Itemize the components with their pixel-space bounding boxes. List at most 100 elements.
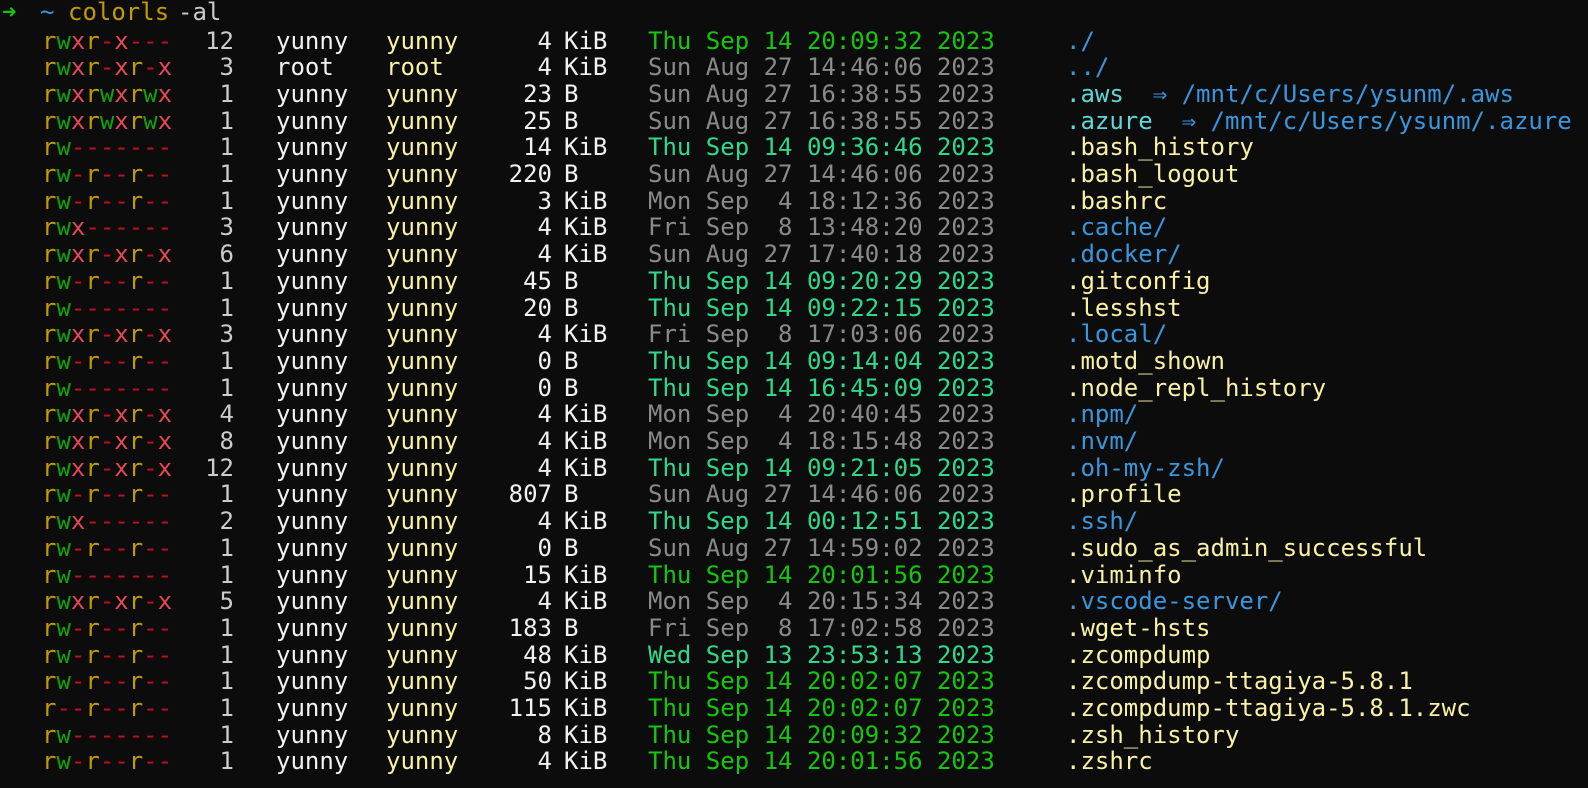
permission-char: - (143, 293, 158, 322)
owner: yunny (276, 533, 349, 562)
permission-char: r (128, 266, 144, 295)
permission-char: w (99, 79, 115, 108)
permission-char: - (157, 266, 173, 295)
permission-char: - (143, 373, 158, 402)
permission-char: r (42, 667, 57, 696)
permission-char: r (42, 26, 57, 55)
permission-char: - (114, 720, 129, 749)
permission-char: - (99, 613, 115, 642)
permission-char: - (85, 213, 100, 242)
permission-char: w (56, 213, 71, 242)
group: yunny (386, 213, 459, 242)
permission-char: - (128, 560, 144, 589)
size-unit: KiB (564, 320, 608, 349)
list-item: rw-r--r-- 1 yunny yunny 48 KiB Wed Sep 13 23:5… (0, 641, 1588, 669)
group: yunny (386, 427, 459, 455)
directory-name[interactable]: .ssh/ (1066, 508, 1138, 535)
permission-char: r (42, 346, 57, 375)
directory-name[interactable]: .nvm/ (1066, 428, 1138, 455)
file-name[interactable]: .profile (1066, 481, 1182, 508)
entry-name: .bash_logout (1066, 160, 1240, 188)
file-name[interactable]: .zcompdump-ttagiya-5.8.1 (1066, 668, 1413, 695)
link-count: 1 (219, 160, 234, 188)
file-name[interactable]: .motd_shown (1066, 348, 1225, 375)
modified-date: Thu Sep 14 20:01:56 2023 (648, 560, 995, 589)
symlink-name[interactable]: .azure ⇒ /mnt/c/Users/ysunm/.azure (1066, 107, 1572, 135)
permission-char: w (56, 320, 71, 349)
file-name[interactable]: .bash_logout (1066, 161, 1239, 188)
permission-char: - (143, 346, 158, 375)
link-count: 1 (219, 694, 234, 722)
group: yunny (386, 26, 459, 55)
modified-date: Thu Sep 14 09:36:46 2023 (648, 133, 995, 162)
permission-char: x (114, 79, 129, 108)
directory-name[interactable]: ../ (1066, 54, 1109, 81)
directory-name[interactable]: ./ (1066, 27, 1095, 55)
file-name[interactable]: .wget-hsts (1066, 615, 1211, 642)
directory-name[interactable]: .npm/ (1066, 401, 1138, 428)
group: yunny (386, 160, 459, 188)
file-name[interactable]: .zshrc (1066, 748, 1153, 775)
permission-char: - (157, 133, 173, 162)
directory-name[interactable]: .oh-my-zsh/ (1066, 454, 1225, 482)
permission-char: r (85, 266, 100, 295)
permission-char: x (157, 587, 173, 616)
file-name[interactable]: .viminfo (1066, 561, 1182, 589)
file-size: 4 (537, 587, 552, 616)
modified-date: Sun Aug 27 16:38:55 2023 (648, 106, 995, 135)
file-name[interactable]: .gitconfig (1066, 267, 1211, 295)
size-unit: KiB (564, 694, 608, 722)
directory-name[interactable]: .vscode-server/ (1066, 588, 1283, 615)
file-size: 4 (537, 427, 552, 455)
owner: yunny (276, 213, 349, 242)
permission-char: r (128, 747, 144, 776)
permission-char: r (42, 747, 57, 776)
permission-char: - (143, 694, 158, 722)
size-unit: B (564, 160, 579, 188)
link-count: 6 (219, 240, 234, 269)
symlink-target: ⇒ /mnt/c/Users/ysunm/.aws (1152, 79, 1514, 108)
size-unit: B (564, 533, 579, 562)
permission-char: r (128, 480, 144, 509)
permission-char: w (56, 133, 71, 162)
file-name[interactable]: .zsh_history (1066, 721, 1239, 749)
file-name[interactable]: .sudo_as_admin_successful (1066, 534, 1427, 562)
permission-char: x (157, 320, 173, 349)
permission-char: - (114, 747, 129, 776)
size-unit: KiB (564, 667, 608, 696)
list-item: rwx------ 3 yunny yunny 4 KiB Fri Sep 8 13:48:… (0, 214, 1588, 241)
file-size: 23 (523, 79, 552, 108)
file-name[interactable]: .bashrc (1066, 187, 1167, 215)
permission-char: - (143, 400, 158, 429)
permission-char: r (128, 160, 144, 188)
owner: yunny (276, 79, 349, 108)
file-name[interactable]: .zcompdump-ttagiya-5.8.1.zwc (1066, 695, 1471, 722)
permission-char: - (157, 213, 173, 242)
owner: yunny (276, 427, 349, 455)
permission-char: x (114, 240, 129, 269)
permission-char: r (85, 400, 100, 429)
file-name[interactable]: .bash_history (1066, 134, 1254, 161)
directory-name[interactable]: .cache/ (1066, 214, 1167, 241)
permissions: rwxr-xr-x (42, 241, 172, 268)
file-name[interactable]: .zcompdump (1066, 641, 1211, 669)
symlink-name[interactable]: .aws ⇒ /mnt/c/Users/ysunm/.aws (1066, 81, 1514, 108)
terminal-window[interactable]: ➜ ~ colorls -al rwxr-x--- 12 yunny yunny 4 Ki… (0, 0, 1588, 788)
entry-name: .docker/ (1066, 240, 1182, 269)
permission-char: x (157, 453, 173, 482)
prompt-line: ➜ ~ colorls -al (0, 0, 1588, 26)
permission-char: - (128, 213, 144, 242)
file-name[interactable]: .node_repl_history (1066, 374, 1326, 402)
file-name[interactable]: .lesshst (1066, 294, 1182, 322)
permission-char: - (70, 186, 86, 215)
owner: yunny (276, 587, 349, 616)
directory-name[interactable]: .docker/ (1066, 241, 1182, 268)
entry-name: .npm/ (1066, 400, 1139, 429)
permission-char: r (85, 587, 100, 616)
owner: yunny (276, 160, 349, 188)
owner: yunny (276, 26, 349, 55)
permissions: rwxr-xr-x (42, 588, 172, 615)
modified-date: Sun Aug 27 16:38:55 2023 (648, 79, 995, 108)
directory-name[interactable]: .local/ (1066, 321, 1167, 348)
list-item: rw------- 1 yunny yunny 20 B Thu Sep 14 09:22:… (0, 293, 1588, 322)
